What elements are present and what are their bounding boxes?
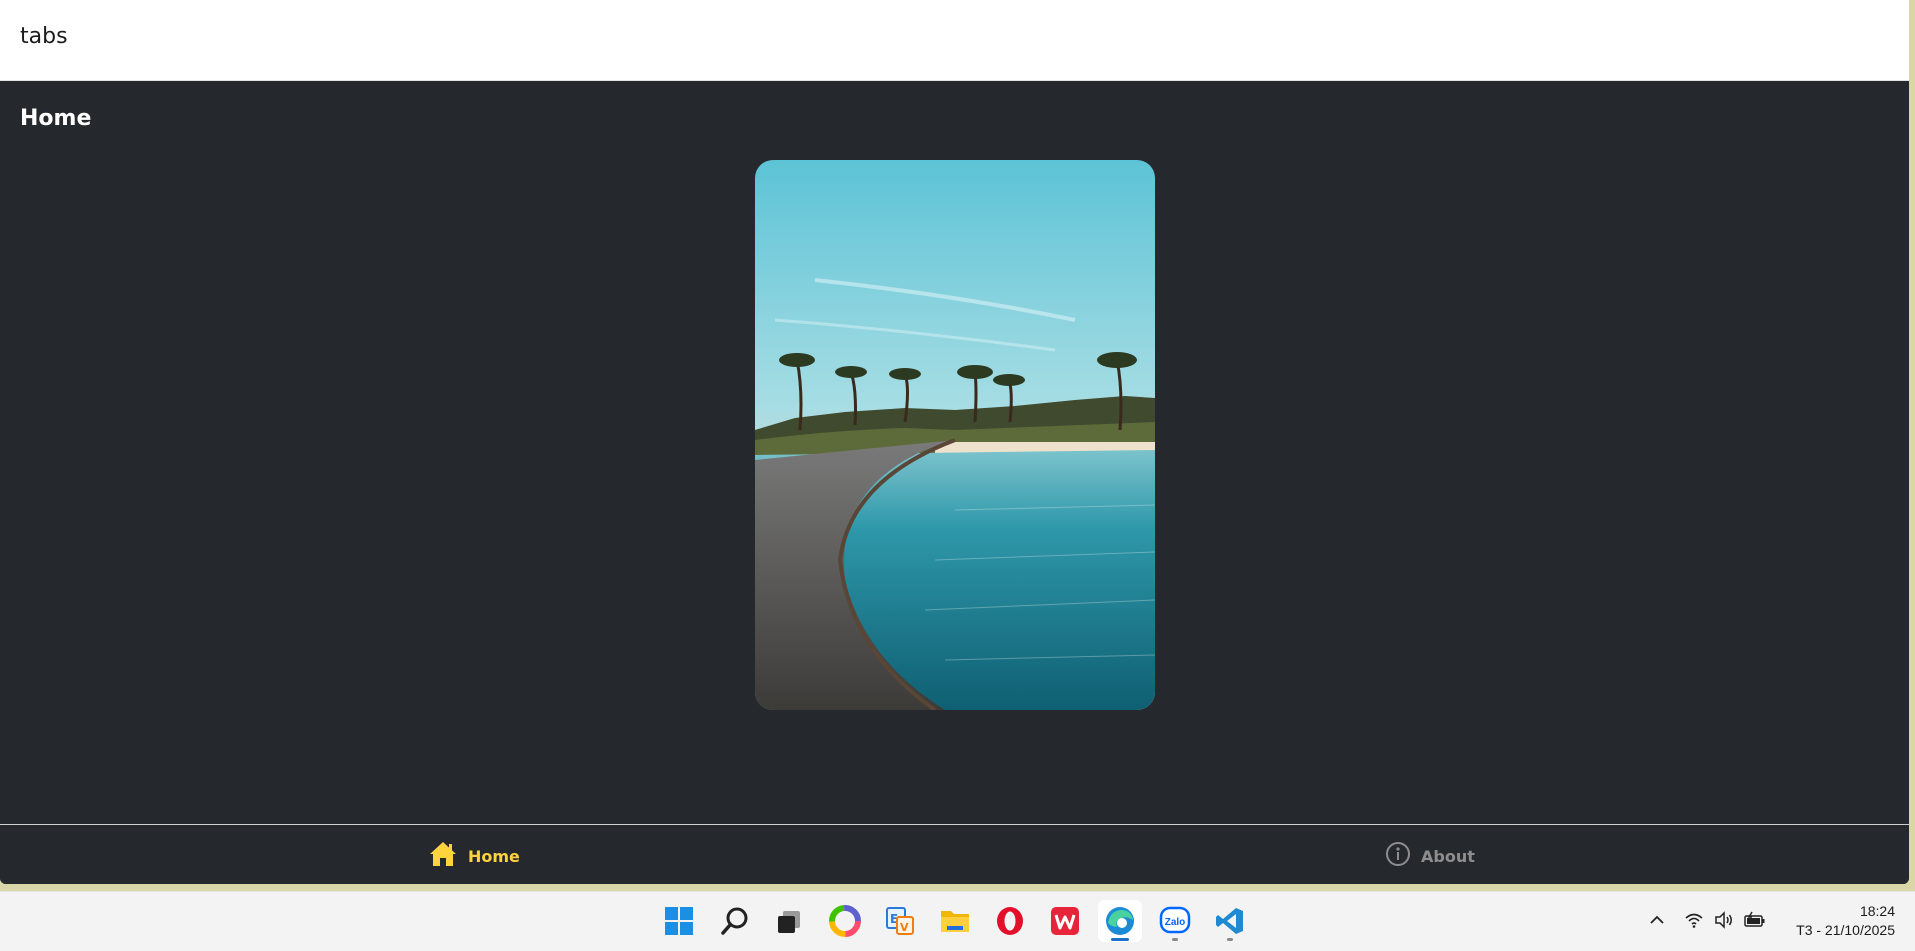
running-indicator <box>1227 938 1233 941</box>
tab-about-label: About <box>1421 846 1475 866</box>
folder-icon[interactable] <box>933 900 977 942</box>
clock-date: T3 - 21/10/2025 <box>1796 922 1895 938</box>
active-indicator <box>1111 938 1129 941</box>
app-header: tabs <box>0 0 1909 81</box>
tab-about[interactable]: About <box>1385 839 1475 873</box>
vscode-icon[interactable] <box>1208 900 1252 942</box>
task-view-icon[interactable] <box>767 900 811 942</box>
info-icon <box>1385 841 1411 871</box>
windows-taskbar: E V Zalo 18:24 T3 - 21/10/2025 <box>0 891 1915 951</box>
clock-time: 18:24 <box>1859 903 1895 919</box>
edge-icon[interactable] <box>1098 900 1142 942</box>
wps-icon[interactable] <box>1043 900 1087 942</box>
page-title: Home <box>20 106 92 131</box>
wifi-icon[interactable] <box>1684 911 1704 933</box>
tab-home-label: Home <box>468 846 520 866</box>
tab-home[interactable]: Home <box>428 839 520 873</box>
home-icon <box>428 840 458 872</box>
system-clock[interactable]: 18:24 T3 - 21/10/2025 <box>1796 902 1895 940</box>
svg-text:Zalo: Zalo <box>1165 917 1186 928</box>
color-wheel-icon[interactable] <box>823 900 867 942</box>
dictionary-icon[interactable]: E V <box>878 900 922 942</box>
app-window: tabs Home Home About <box>0 0 1909 884</box>
svg-text:V: V <box>900 921 909 934</box>
system-tray <box>1648 892 1766 951</box>
bottom-tab-bar: Home About <box>0 824 1909 884</box>
zalo-icon[interactable]: Zalo <box>1153 900 1197 942</box>
volume-icon[interactable] <box>1714 910 1734 933</box>
chevron-up-icon[interactable] <box>1648 911 1666 933</box>
running-indicator <box>1172 938 1178 941</box>
header-title: tabs <box>20 24 68 49</box>
windows-start-icon[interactable] <box>657 900 701 942</box>
battery-icon[interactable] <box>1744 911 1766 933</box>
opera-icon[interactable] <box>988 900 1032 942</box>
beach-image <box>755 160 1155 710</box>
search-icon[interactable] <box>713 900 757 942</box>
